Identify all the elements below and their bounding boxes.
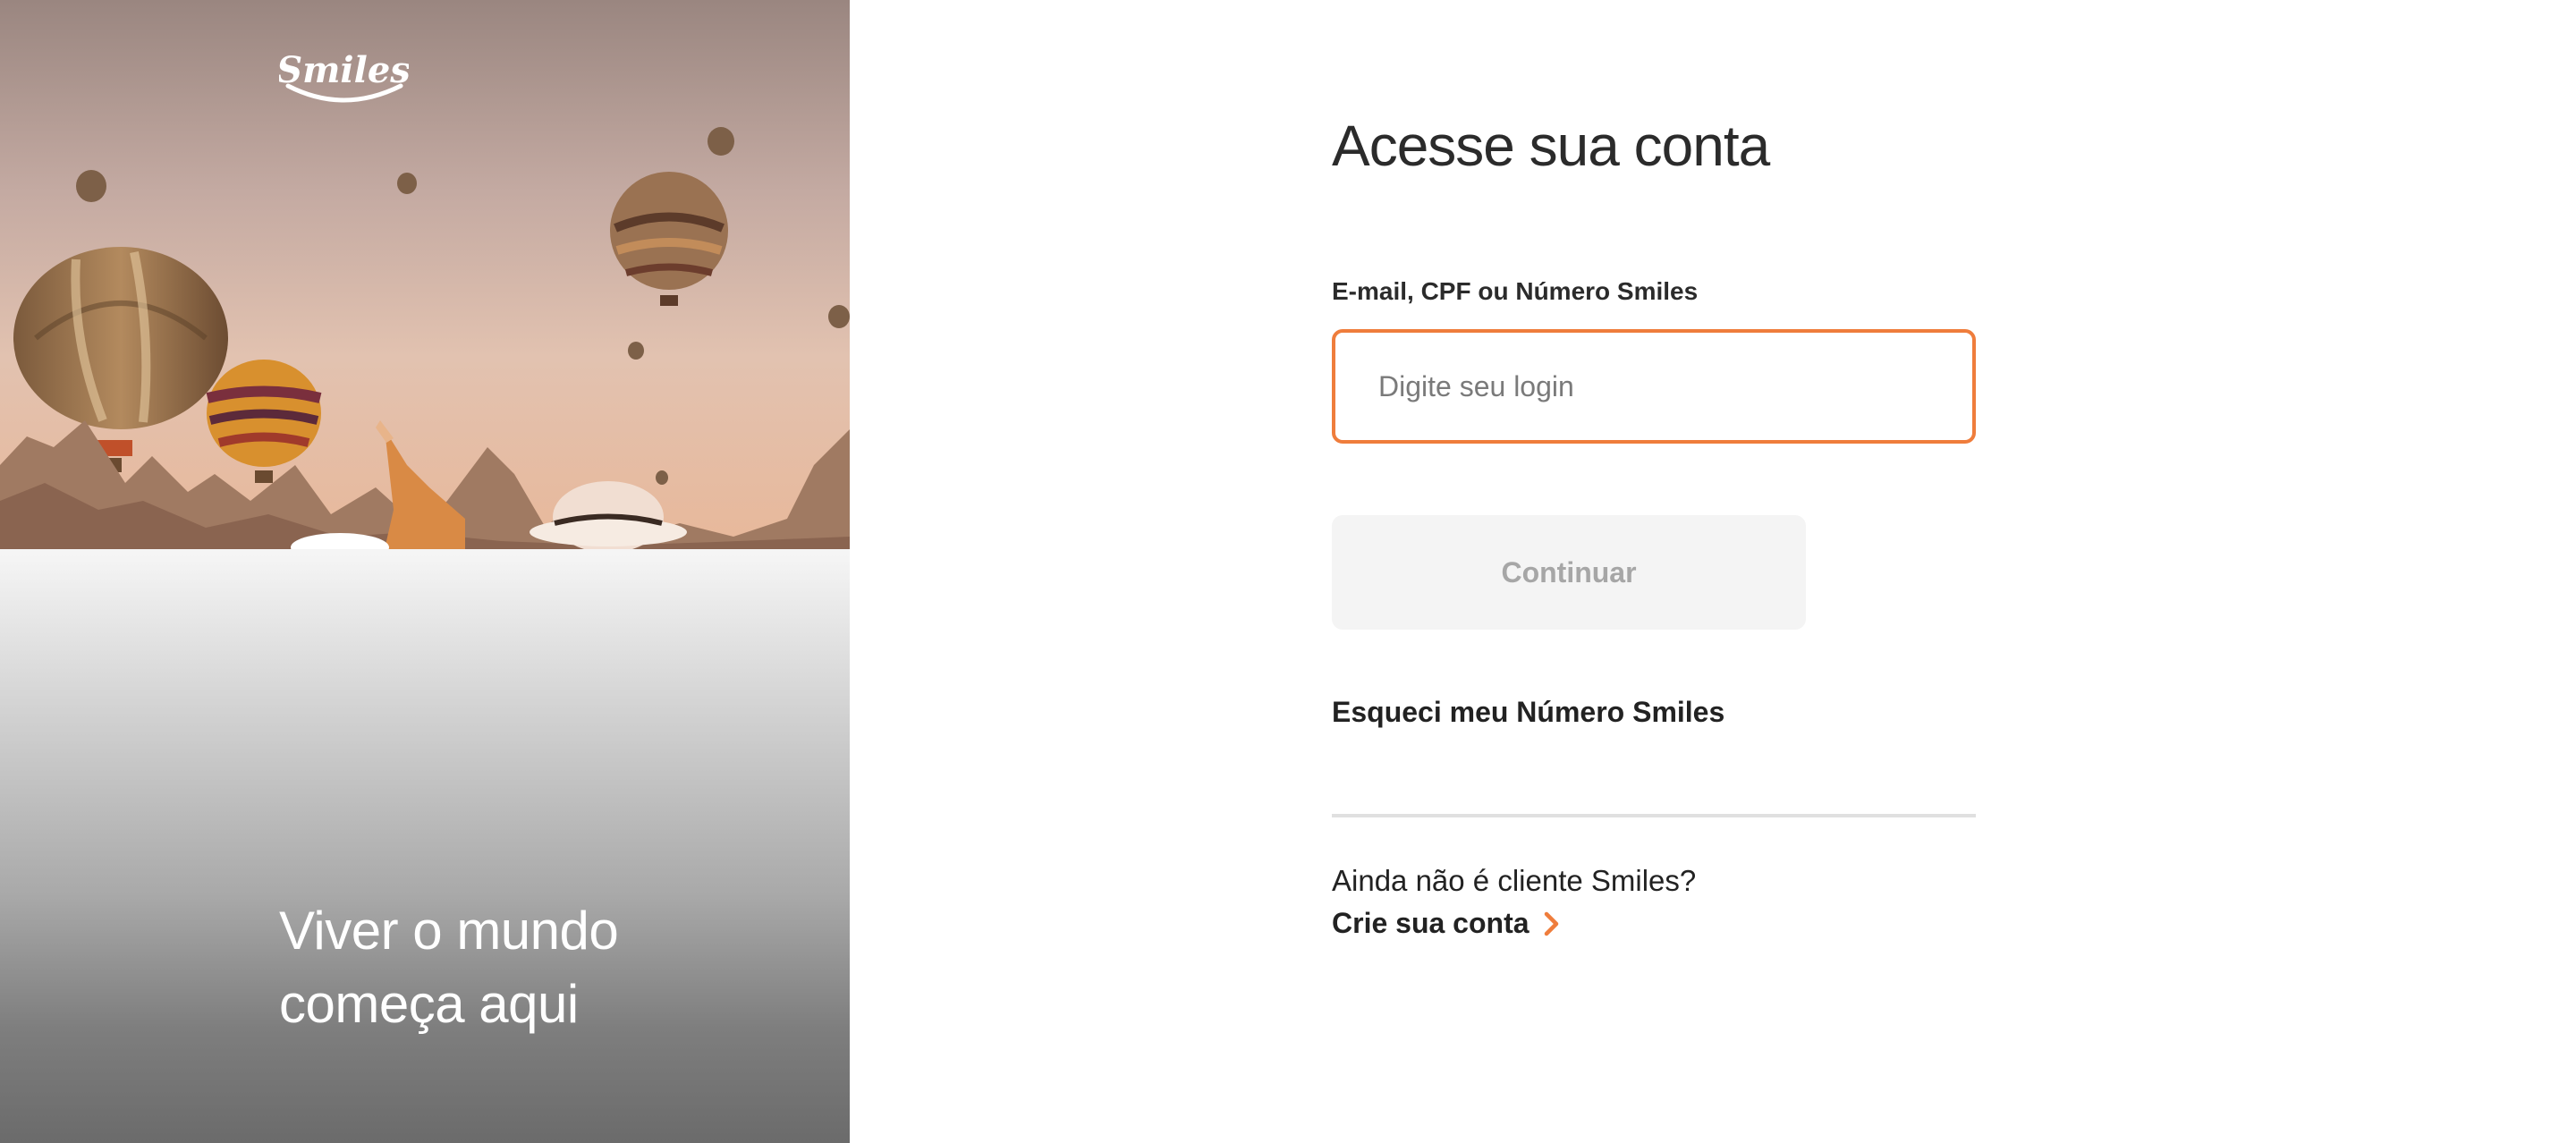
- login-input[interactable]: [1332, 329, 1976, 444]
- page-title: Acesse sua conta: [1332, 114, 1770, 178]
- hero-panel: Smiles Viver o mundo começa aqui: [0, 0, 850, 1143]
- create-account-label: Crie sua conta: [1332, 907, 1530, 939]
- hero-tagline-line-2: começa aqui: [279, 974, 579, 1034]
- forgot-smiles-number-link[interactable]: Esqueci meu Número Smiles: [1332, 696, 1724, 729]
- divider: [1332, 814, 1976, 817]
- svg-text:Smiles: Smiles: [279, 49, 409, 91]
- chevron-right-icon: [1544, 911, 1558, 936]
- login-field-label: E-mail, CPF ou Número Smiles: [1332, 277, 1699, 305]
- hero-tagline-line-1: Viver o mundo: [279, 901, 619, 961]
- create-account-link[interactable]: Crie sua conta: [1332, 907, 1562, 940]
- smiles-logo: Smiles: [279, 49, 409, 103]
- signup-question: Ainda não é cliente Smiles?: [1332, 864, 1697, 897]
- hero-tagline: Viver o mundo começa aqui: [279, 894, 816, 1041]
- continue-button[interactable]: Continuar: [1332, 515, 1806, 630]
- hero-image: [0, 0, 850, 549]
